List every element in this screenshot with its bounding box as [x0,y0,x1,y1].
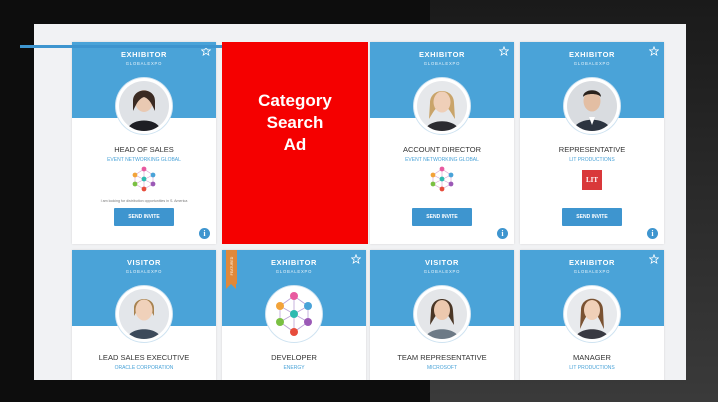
job-title: ACCOUNT DIRECTOR [402,145,482,154]
avatar[interactable] [116,78,172,134]
screen: EXHIBITOR GLOBALEXPO HEAD OF SALES EVENT… [34,24,686,380]
attendee-card[interactable]: FEATURED EXHIBITOR GLOBALEXPO DEVELOPER … [222,250,366,380]
featured-ribbon: FEATURED [226,250,237,289]
attendee-card[interactable]: EXHIBITOR GLOBALEXPO REPRESENTATIVE LIT … [520,42,664,244]
company-name[interactable]: EVENT NETWORKING GLOBAL [72,157,216,163]
ad-line: Category [258,91,332,110]
send-invite-button[interactable]: SEND INVITE [412,208,472,226]
company-name[interactable]: ORACLE CORPORATION [72,365,216,371]
attendee-type: VISITOR [126,258,162,267]
info-icon[interactable]: i [497,228,508,239]
avatar[interactable] [116,286,172,342]
attendee-card[interactable]: EXHIBITOR GLOBALEXPO HEAD OF SALES EVENT… [72,42,216,244]
category-search-ad[interactable]: Category Search Ad [222,42,368,244]
ad-line: Ad [283,135,307,154]
star-icon[interactable] [351,254,361,264]
job-title: REPRESENTATIVE [558,145,626,154]
avatar[interactable] [414,78,470,134]
card-note: I am looking for distribution opportunit… [100,199,188,203]
attendee-type: EXHIBITOR [418,50,466,59]
event-name: GLOBALEXPO [125,269,163,274]
ad-text: Category Search Ad [258,90,332,156]
attendee-card[interactable]: VISITOR GLOBALEXPO LEAD SALES EXECUTIVE … [72,250,216,380]
avatar[interactable] [266,286,322,342]
job-title: LEAD SALES EXECUTIVE [98,353,190,362]
job-title: MANAGER [573,353,611,362]
info-icon[interactable]: i [199,228,210,239]
send-invite-button[interactable]: SEND INVITE [562,208,622,226]
avatar[interactable] [564,286,620,342]
attendee-type: EXHIBITOR [568,258,616,267]
company-name[interactable]: LIT PRODUCTIONS [520,365,664,371]
company-name[interactable]: ENERGY [222,365,366,371]
event-name: GLOBALEXPO [275,269,313,274]
event-name: GLOBALEXPO [423,269,461,274]
attendee-type: EXHIBITOR [568,50,616,59]
attendee-type: VISITOR [424,258,460,267]
attendee-card[interactable]: VISITOR GLOBALEXPO TEAM REPRESENTATIVE M… [370,250,514,380]
attendee-card[interactable]: EXHIBITOR GLOBALEXPO ACCOUNT DIRECTOR EV… [370,42,514,244]
network-logo-icon [430,166,454,192]
ad-line: Search [266,113,324,132]
attendee-type: EXHIBITOR [270,258,318,267]
company-name[interactable]: EVENT NETWORKING GLOBAL [370,157,514,163]
info-icon[interactable]: i [647,228,658,239]
accent-line [20,45,226,48]
event-name: GLOBALEXPO [423,61,461,66]
star-icon[interactable] [499,46,509,56]
lit-logo-icon: LIT [582,170,602,190]
job-title: TEAM REPRESENTATIVE [397,353,487,362]
job-title: HEAD OF SALES [114,145,174,154]
company-name[interactable]: LIT PRODUCTIONS [520,157,664,163]
ribbon-label: FEATURED [230,256,234,276]
event-name: GLOBALEXPO [573,61,611,66]
lit-logo-text: LIT [585,176,599,184]
star-icon[interactable] [649,46,659,56]
attendee-card[interactable]: EXHIBITOR GLOBALEXPO MANAGER LIT PRODUCT… [520,250,664,380]
job-title: DEVELOPER [271,353,317,362]
company-name[interactable]: MICROSOFT [370,365,514,371]
event-name: GLOBALEXPO [125,61,163,66]
send-invite-button[interactable]: SEND INVITE [114,208,174,226]
network-logo-icon [132,166,156,192]
star-icon[interactable] [649,254,659,264]
attendee-type: EXHIBITOR [120,50,168,59]
avatar[interactable] [414,286,470,342]
event-name: GLOBALEXPO [573,269,611,274]
avatar[interactable] [564,78,620,134]
